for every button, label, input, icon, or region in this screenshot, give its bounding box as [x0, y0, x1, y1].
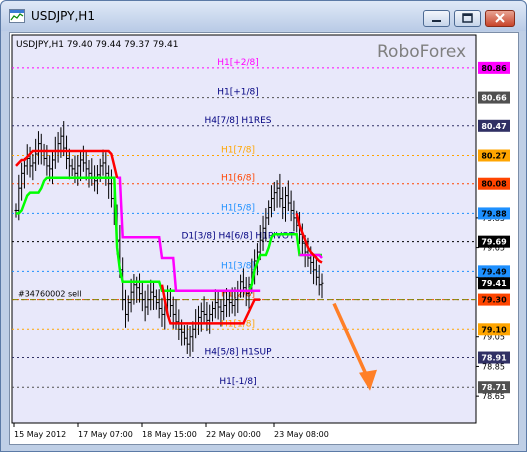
- symbol-label: USDJPY,H1 79.40 79.44 79.37 79.41: [16, 40, 178, 50]
- window-title: USDJPY,H1: [31, 9, 95, 23]
- price-tag-label: 79.30: [481, 296, 507, 305]
- order-label: #34760002 sell: [18, 290, 82, 299]
- price-chart[interactable]: USDJPY,H1 79.40 79.44 79.37 79.41 RoboFor…: [10, 33, 518, 444]
- x-tick-label: 17 May 07:00: [78, 430, 133, 439]
- chart-frame: USDJPY,H1 79.40 79.44 79.37 79.41 RoboFor…: [9, 32, 519, 445]
- close-button[interactable]: [485, 10, 515, 27]
- level-label: H1[7/8]: [221, 145, 255, 155]
- x-tick-label: 23 May 08:00: [274, 430, 329, 439]
- price-tag-label: 79.41: [481, 279, 507, 288]
- chart-app-icon: [9, 9, 25, 23]
- close-icon: [495, 13, 505, 23]
- level-label: H1[+1/8]: [217, 88, 259, 98]
- price-tag-label: 80.27: [481, 151, 506, 160]
- level-label: H4[7/8] H1RES: [204, 116, 271, 126]
- title-bar[interactable]: USDJPY,H1: [1, 1, 526, 31]
- level-label: H1[-1/8]: [219, 377, 256, 387]
- price-tag-label: 80.66: [481, 94, 507, 103]
- level-label: H4[5/8] H1SUP: [204, 348, 272, 358]
- watermark-text: RoboForex: [377, 42, 466, 62]
- x-tick-label: 18 May 15:00: [142, 430, 197, 439]
- price-tag-label: 78.91: [481, 354, 507, 363]
- y-tick-label: 78.65: [482, 392, 505, 401]
- price-tag-label: 79.69: [481, 238, 507, 247]
- level-label: H1[3/8]: [221, 261, 255, 271]
- price-tag-label: 80.86: [481, 64, 507, 73]
- chart-window: USDJPY,H1 USDJPY,H1 79.40 79.44 79.37 79…: [0, 0, 527, 452]
- y-tick-label: 78.85: [482, 362, 505, 371]
- price-tag-label: 80.47: [481, 122, 506, 131]
- price-tag-label: 80.08: [481, 180, 507, 189]
- level-label: H1[6/8]: [221, 174, 255, 184]
- maximize-icon: [462, 13, 473, 23]
- maximize-button[interactable]: [454, 10, 481, 27]
- x-tick-label: 15 May 2012: [14, 430, 66, 439]
- price-tag-label: 79.49: [481, 267, 507, 276]
- minimize-icon: [432, 20, 441, 22]
- x-tick-label: 22 May 00:00: [206, 430, 261, 439]
- price-tag-label: 78.71: [481, 383, 507, 392]
- price-tag-label: 79.10: [481, 325, 507, 334]
- minimize-button[interactable]: [423, 10, 450, 27]
- level-label: H1[+2/8]: [217, 58, 259, 68]
- price-tag-label: 79.88: [481, 209, 507, 218]
- level-label: H1[5/8]: [221, 203, 255, 213]
